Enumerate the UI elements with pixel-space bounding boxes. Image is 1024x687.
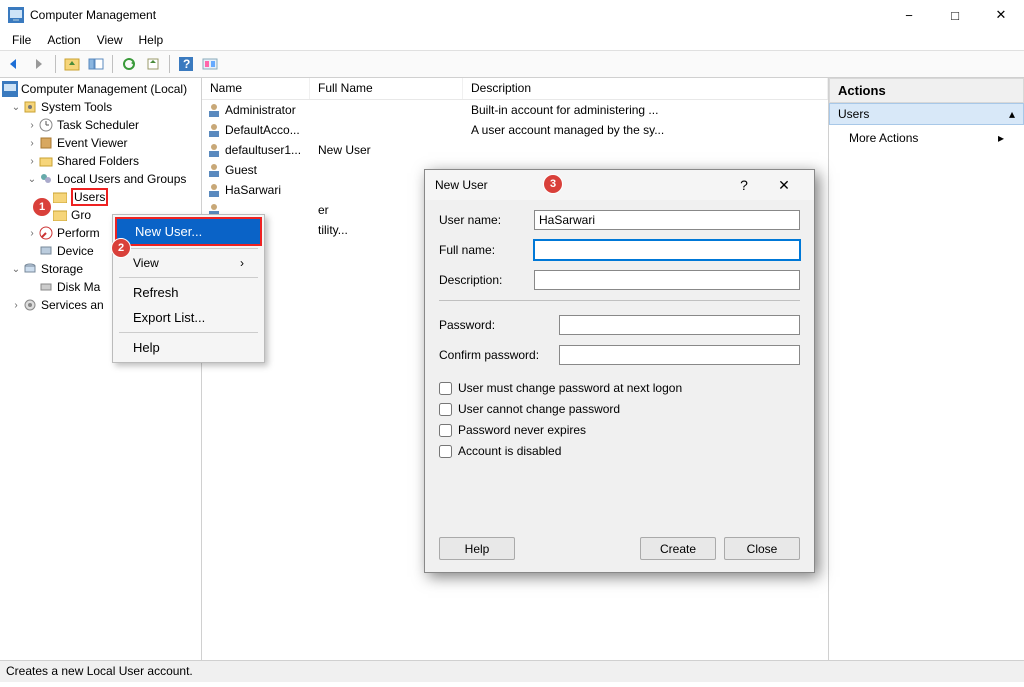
refresh-button[interactable] <box>118 53 140 75</box>
ctx-refresh[interactable]: Refresh <box>115 280 262 305</box>
tree-pane[interactable]: Computer Management (Local) ⌄System Tool… <box>0 78 202 660</box>
users-groups-icon <box>38 171 54 187</box>
folder-icon <box>52 189 68 205</box>
ctx-help[interactable]: Help <box>115 335 262 360</box>
list-header: Name Full Name Description <box>202 78 828 100</box>
minimize-button[interactable]: − <box>886 0 932 30</box>
titlebar: Computer Management − □ ✕ <box>0 0 1024 30</box>
fullname-label: Full name: <box>439 243 534 257</box>
tree-system-tools[interactable]: ⌄System Tools <box>0 98 201 116</box>
maximize-button[interactable]: □ <box>932 0 978 30</box>
chk-must-change[interactable] <box>439 382 452 395</box>
tools-icon <box>22 99 38 115</box>
user-icon <box>206 142 222 158</box>
menu-view[interactable]: View <box>89 31 131 49</box>
col-fullname[interactable]: Full Name <box>310 78 463 99</box>
forward-button[interactable] <box>28 53 50 75</box>
annotation-badge-1: 1 <box>32 197 52 217</box>
actions-users[interactable]: Users▴ <box>829 103 1024 125</box>
collapse-icon: ▴ <box>1009 107 1015 121</box>
dialog-close-button[interactable]: ✕ <box>764 177 804 194</box>
computer-icon <box>2 81 18 97</box>
device-icon <box>38 243 54 259</box>
window-title: Computer Management <box>30 8 156 22</box>
user-icon <box>206 122 222 138</box>
actions-header: Actions <box>829 78 1024 103</box>
tree-event-viewer[interactable]: ›Event Viewer <box>0 134 201 152</box>
chevron-right-icon: ▸ <box>998 131 1004 145</box>
close-button[interactable]: ✕ <box>978 0 1024 30</box>
dialog-close-btn[interactable]: Close <box>724 537 800 560</box>
help-icon[interactable]: ? <box>175 53 197 75</box>
confirm-password-input[interactable] <box>559 345 800 365</box>
up-button[interactable] <box>61 53 83 75</box>
confirm-password-label: Confirm password: <box>439 348 559 362</box>
user-icon <box>206 102 222 118</box>
chk-disabled[interactable] <box>439 445 452 458</box>
menu-help[interactable]: Help <box>131 31 172 49</box>
password-input[interactable] <box>559 315 800 335</box>
chk-never-expires[interactable] <box>439 424 452 437</box>
tree-users[interactable]: Users <box>0 188 201 206</box>
user-row[interactable]: AdministratorBuilt-in account for admini… <box>202 100 828 120</box>
ctx-export[interactable]: Export List... <box>115 305 262 330</box>
menubar: File Action View Help <box>0 30 1024 50</box>
dialog-help-btn[interactable]: Help <box>439 537 515 560</box>
menu-action[interactable]: Action <box>39 31 88 49</box>
window-controls: − □ ✕ <box>886 0 1024 30</box>
properties-button[interactable] <box>199 53 221 75</box>
show-hide-button[interactable] <box>85 53 107 75</box>
ctx-view[interactable]: View› <box>115 251 262 275</box>
user-row[interactable]: defaultuser1...New User <box>202 140 828 160</box>
svg-text:?: ? <box>183 57 190 71</box>
shared-folder-icon <box>38 153 54 169</box>
annotation-badge-3: 3 <box>543 174 563 194</box>
tree-local-users-groups[interactable]: ⌄Local Users and Groups <box>0 170 201 188</box>
context-menu: New User... View› Refresh Export List...… <box>112 214 265 363</box>
export-button[interactable] <box>142 53 164 75</box>
actions-pane: Actions Users▴ More Actions▸ <box>829 78 1024 660</box>
tree-root[interactable]: Computer Management (Local) <box>0 80 201 98</box>
password-label: Password: <box>439 318 559 332</box>
user-icon <box>206 162 222 178</box>
new-user-dialog: New User ? ✕ User name: Full name: Descr… <box>424 169 815 573</box>
user-icon <box>206 182 222 198</box>
username-input[interactable] <box>534 210 800 230</box>
menu-file[interactable]: File <box>4 31 39 49</box>
folder-icon <box>52 207 68 223</box>
tree-root-label: Computer Management (Local) <box>21 82 187 96</box>
app-icon <box>8 7 24 23</box>
services-icon <box>22 297 38 313</box>
performance-icon <box>38 225 54 241</box>
toolbar: ? <box>0 50 1024 78</box>
eventlog-icon <box>38 135 54 151</box>
tree-task-scheduler[interactable]: ›Task Scheduler <box>0 116 201 134</box>
col-description[interactable]: Description <box>463 78 828 99</box>
description-label: Description: <box>439 273 534 287</box>
actions-more[interactable]: More Actions▸ <box>829 125 1024 151</box>
dialog-create-btn[interactable]: Create <box>640 537 716 560</box>
user-row[interactable]: DefaultAcco...A user account managed by … <box>202 120 828 140</box>
username-label: User name: <box>439 213 534 227</box>
tree-shared-folders[interactable]: ›Shared Folders <box>0 152 201 170</box>
annotation-badge-2: 2 <box>111 238 131 258</box>
statusbar: Creates a new Local User account. <box>0 660 1024 682</box>
back-button[interactable] <box>4 53 26 75</box>
dialog-help-button[interactable]: ? <box>724 177 764 194</box>
ctx-new-user[interactable]: New User... <box>115 217 262 246</box>
dialog-titlebar[interactable]: New User ? ✕ <box>425 170 814 200</box>
col-name[interactable]: Name <box>202 78 310 99</box>
storage-icon <box>22 261 38 277</box>
dialog-title: New User <box>435 178 488 192</box>
disk-icon <box>38 279 54 295</box>
chevron-right-icon: › <box>240 256 244 270</box>
fullname-input[interactable] <box>534 240 800 260</box>
chk-cannot-change[interactable] <box>439 403 452 416</box>
clock-icon <box>38 117 54 133</box>
description-input[interactable] <box>534 270 800 290</box>
